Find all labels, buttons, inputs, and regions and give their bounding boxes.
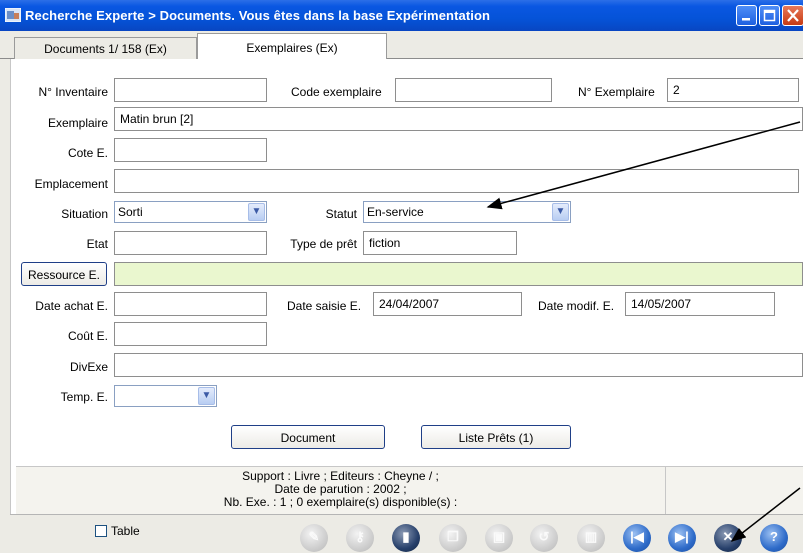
- num-exemplaire-field[interactable]: 2: [667, 78, 799, 102]
- type-pret-label: Type de prêt: [290, 237, 357, 251]
- situation-value: Sorti: [118, 205, 143, 219]
- type-pret-field[interactable]: fiction: [363, 231, 517, 255]
- code-exemplaire-field[interactable]: [395, 78, 552, 102]
- statut-select[interactable]: En-service ▼: [363, 201, 571, 223]
- info-line-exemplaires: Nb. Exe. : 1 ; 0 exemplaire(s) disponibl…: [223, 495, 458, 509]
- save-icon[interactable]: ▣: [485, 524, 513, 552]
- etat-label: Etat: [86, 237, 108, 251]
- num-exemplaire-label: N° Exemplaire: [578, 85, 655, 99]
- tab-documents[interactable]: Documents 1/ 158 (Ex): [14, 37, 197, 60]
- title-bar: Recherche Experte > Documents. Vous êtes…: [0, 0, 803, 31]
- cout-label: Coût E.: [67, 329, 108, 343]
- chevron-down-icon[interactable]: ▼: [552, 203, 569, 221]
- etat-field[interactable]: [114, 231, 267, 255]
- tab-exemplaires[interactable]: Exemplaires (Ex): [197, 33, 387, 61]
- cote-field[interactable]: [114, 138, 267, 162]
- chevron-down-icon[interactable]: ▼: [198, 387, 215, 405]
- app-icon: [5, 8, 21, 22]
- chevron-down-icon[interactable]: ▼: [248, 203, 265, 221]
- exemplaire-field[interactable]: Matin brun [2]: [114, 107, 803, 131]
- minimize-button[interactable]: [736, 5, 757, 26]
- situation-select[interactable]: Sorti ▼: [114, 201, 267, 223]
- code-exemplaire-label: Code exemplaire: [291, 85, 382, 99]
- emplacement-label: Emplacement: [34, 177, 108, 191]
- statut-label: Statut: [325, 207, 357, 221]
- statut-value: En-service: [367, 205, 424, 219]
- liste-prets-button[interactable]: Liste Prêts (1): [421, 425, 571, 449]
- date-saisie-field[interactable]: 24/04/2007: [373, 292, 522, 316]
- date-modif-field[interactable]: 14/05/2007: [625, 292, 775, 316]
- minimize-icon: [742, 18, 750, 21]
- window-title: Recherche Experte > Documents. Vous êtes…: [25, 8, 491, 23]
- book-icon[interactable]: ▮: [392, 524, 420, 552]
- trash-icon[interactable]: ▥: [577, 524, 605, 552]
- undo-icon[interactable]: ↺: [530, 524, 558, 552]
- close-window-button[interactable]: [782, 5, 803, 26]
- maximize-icon: [763, 9, 776, 22]
- date-achat-label: Date achat E.: [35, 299, 108, 313]
- date-achat-field[interactable]: [114, 292, 267, 316]
- cout-field[interactable]: [114, 322, 267, 346]
- close-icon[interactable]: ✕: [714, 524, 742, 552]
- copy-icon[interactable]: ❐: [439, 524, 467, 552]
- maximize-button[interactable]: [759, 5, 780, 26]
- last-record-icon[interactable]: ▶|: [668, 524, 696, 552]
- table-label: Table: [111, 524, 140, 538]
- help-icon[interactable]: ?: [760, 524, 788, 552]
- emplacement-field[interactable]: [114, 169, 799, 193]
- first-record-icon[interactable]: |◀: [623, 524, 651, 552]
- info-box: Support : Livre ; Editeurs : Cheyne / ; …: [16, 466, 666, 514]
- ressource-field[interactable]: [114, 262, 803, 286]
- info-side-box: [666, 466, 803, 514]
- close-icon: [787, 9, 799, 22]
- cote-label: Cote E.: [67, 146, 108, 160]
- situation-label: Situation: [61, 207, 108, 221]
- ressource-button[interactable]: Ressource E.: [21, 262, 107, 286]
- inventaire-label: N° Inventaire: [38, 85, 109, 99]
- edit-icon[interactable]: ✎: [300, 524, 328, 552]
- date-modif-label: Date modif. E.: [538, 299, 615, 313]
- divexe-label: DivExe: [69, 360, 108, 374]
- divexe-field[interactable]: [114, 353, 803, 377]
- temp-label: Temp. E.: [60, 390, 108, 404]
- temp-select[interactable]: ▼: [114, 385, 217, 407]
- inventaire-field[interactable]: [114, 78, 267, 102]
- document-button[interactable]: Document: [231, 425, 385, 449]
- tab-bar: Documents 1/ 158 (Ex) Exemplaires (Ex): [0, 31, 803, 61]
- key-icon[interactable]: ⚷: [346, 524, 374, 552]
- exemplaire-label: Exemplaire: [47, 116, 108, 130]
- table-checkbox[interactable]: [95, 525, 107, 537]
- date-saisie-label: Date saisie E.: [287, 299, 362, 313]
